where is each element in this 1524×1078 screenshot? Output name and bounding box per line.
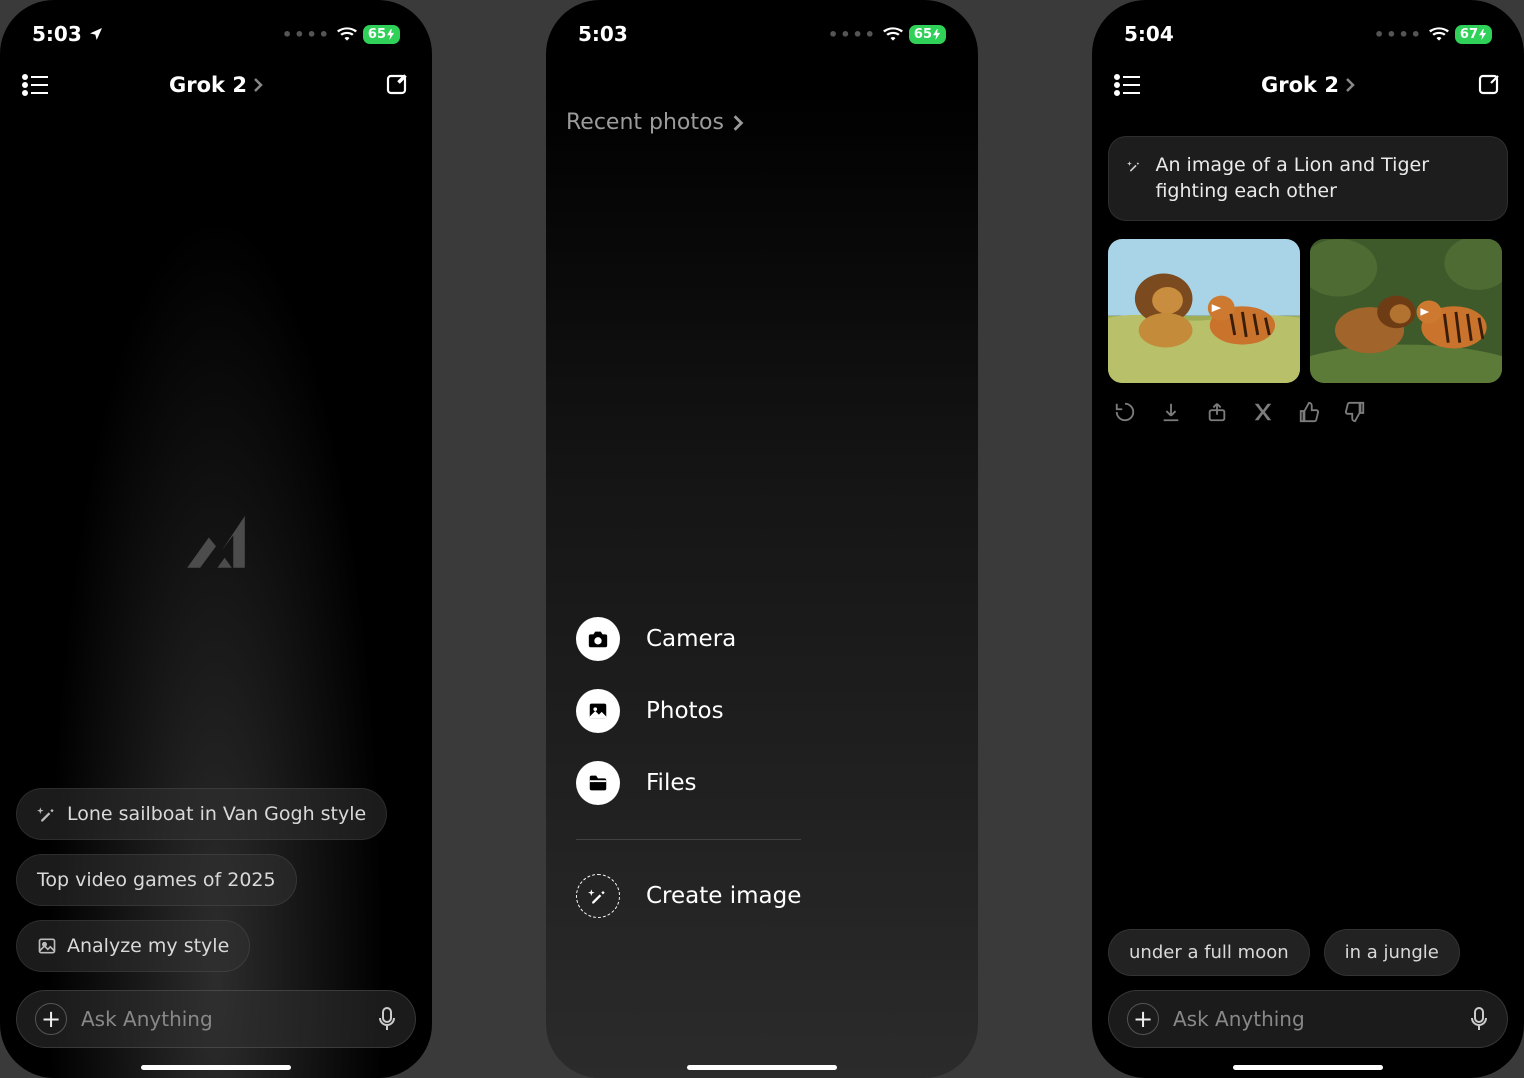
xai-logo-icon [180, 503, 252, 575]
camera-icon [576, 617, 620, 661]
download-icon[interactable] [1160, 401, 1182, 423]
status-time: 5:04 [1124, 22, 1174, 46]
menu-icon[interactable] [20, 70, 50, 100]
home-indicator[interactable] [141, 1065, 291, 1070]
chat-input-placeholder: Ask Anything [81, 1007, 363, 1031]
action-label: Camera [646, 626, 736, 652]
app-header: Grok 2 [0, 54, 432, 116]
mic-icon[interactable] [1469, 1006, 1489, 1032]
wand-icon [37, 804, 57, 824]
wand-icon [1127, 156, 1141, 176]
model-selector[interactable]: Grok 2 [169, 73, 263, 97]
wand-icon [576, 874, 620, 918]
location-icon [88, 26, 104, 42]
model-selector[interactable]: Grok 2 [1261, 73, 1355, 97]
app-title-label: Grok 2 [1261, 73, 1339, 97]
cell-signal-icon: •••• [282, 25, 331, 44]
followup-label: under a full moon [1129, 942, 1289, 963]
user-prompt-card: An image of a Lion and Tiger fighting ea… [1108, 136, 1508, 221]
chevron-right-icon [732, 114, 744, 132]
action-camera[interactable]: Camera [576, 617, 801, 661]
followup-label: in a jungle [1345, 942, 1439, 963]
screen-result: 5:04 •••• 67 Grok 2 An image of a Lion a… [1092, 0, 1524, 1078]
battery-level: 65 [368, 27, 386, 42]
cell-signal-icon: •••• [828, 25, 877, 44]
refresh-icon[interactable] [1114, 401, 1136, 423]
new-chat-icon[interactable] [1474, 70, 1504, 100]
action-create-image[interactable]: Create image [576, 874, 801, 918]
action-label: Create image [646, 883, 801, 909]
screen-home: 5:03 •••• 65 Grok 2 [0, 0, 432, 1078]
suggestion-item[interactable]: Top video games of 2025 [16, 854, 297, 906]
status-bar: 5:04 •••• 67 [1092, 0, 1524, 54]
suggestion-label: Lone sailboat in Van Gogh style [67, 803, 366, 825]
generated-image[interactable] [1108, 239, 1300, 383]
files-icon [576, 761, 620, 805]
new-chat-icon[interactable] [382, 70, 412, 100]
thumbs-down-icon[interactable] [1344, 401, 1366, 423]
chat-input[interactable]: + Ask Anything [1108, 990, 1508, 1048]
thumbs-up-icon[interactable] [1298, 401, 1320, 423]
chat-input-placeholder: Ask Anything [1173, 1007, 1455, 1031]
followup-suggestions: under a full moon in a jungle [1108, 929, 1460, 976]
app-header: Grok 2 [1092, 54, 1524, 116]
battery-level: 65 [914, 27, 932, 42]
battery-indicator: 65 [363, 25, 400, 44]
chat-input[interactable]: + Ask Anything [16, 990, 416, 1048]
status-bar: 5:03 •••• 65 [0, 0, 432, 54]
status-time: 5:03 [578, 22, 628, 46]
app-title-label: Grok 2 [169, 73, 247, 97]
attach-action-menu: Camera Photos Files Create image [576, 617, 801, 918]
home-indicator[interactable] [687, 1065, 837, 1070]
menu-divider [576, 839, 801, 840]
battery-indicator: 65 [909, 25, 946, 44]
home-indicator[interactable] [1233, 1065, 1383, 1070]
mic-icon[interactable] [377, 1006, 397, 1032]
user-prompt-text: An image of a Lion and Tiger fighting ea… [1155, 153, 1489, 204]
wifi-icon [1429, 27, 1449, 41]
attach-button[interactable]: + [1127, 1003, 1159, 1035]
suggestion-item[interactable]: Lone sailboat in Van Gogh style [16, 788, 387, 840]
action-label: Photos [646, 698, 724, 724]
screen-attach-menu: 5:03 •••• 65 Recent photos Camera Photos [546, 0, 978, 1078]
image-icon [37, 936, 57, 956]
cell-signal-icon: •••• [1374, 25, 1423, 44]
generated-image-grid [1108, 239, 1508, 383]
wifi-icon [883, 27, 903, 41]
battery-level: 67 [1460, 27, 1478, 42]
chevron-right-icon [253, 77, 263, 93]
wifi-icon [337, 27, 357, 41]
attach-button[interactable]: + [35, 1003, 67, 1035]
action-files[interactable]: Files [576, 761, 801, 805]
status-bar: 5:03 •••• 65 [546, 0, 978, 54]
chevron-right-icon [1345, 77, 1355, 93]
x-logo-icon[interactable] [1252, 401, 1274, 423]
photos-icon [576, 689, 620, 733]
generated-image[interactable] [1310, 239, 1502, 383]
action-photos[interactable]: Photos [576, 689, 801, 733]
recent-photos-link[interactable]: Recent photos [566, 110, 744, 135]
battery-indicator: 67 [1455, 25, 1492, 44]
share-icon[interactable] [1206, 401, 1228, 423]
suggestion-label: Analyze my style [67, 935, 229, 957]
status-time: 5:03 [32, 22, 82, 46]
image-toolbar [1092, 391, 1524, 433]
suggestion-label: Top video games of 2025 [37, 869, 276, 891]
suggestion-item[interactable]: Analyze my style [16, 920, 250, 972]
action-label: Files [646, 770, 696, 796]
followup-item[interactable]: under a full moon [1108, 929, 1310, 976]
suggestion-list: Lone sailboat in Van Gogh style Top vide… [16, 788, 416, 972]
menu-icon[interactable] [1112, 70, 1142, 100]
followup-item[interactable]: in a jungle [1324, 929, 1460, 976]
recent-photos-label: Recent photos [566, 110, 724, 135]
